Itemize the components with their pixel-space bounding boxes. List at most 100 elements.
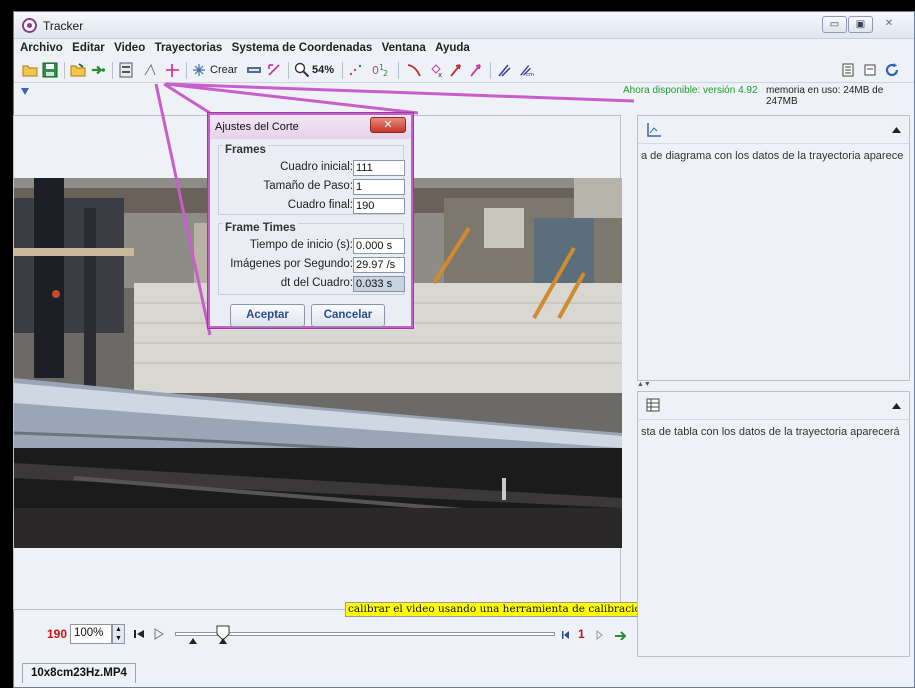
step-size[interactable]: 1 (578, 627, 585, 641)
plot-panel: a de diagrama con los datos de la trayec… (637, 115, 910, 381)
notes-icon[interactable] (840, 62, 856, 78)
table-icon[interactable] (646, 398, 660, 412)
memory-usage-text: memoria en uso: 24MB de 247MB (766, 85, 884, 107)
axes-icon[interactable] (164, 62, 180, 78)
window-title: Tracker (43, 19, 84, 33)
trail-icon[interactable] (348, 62, 364, 78)
toolbar-separator (186, 62, 187, 79)
menu-coordenadas[interactable]: Systema de Coordenadas (226, 39, 373, 54)
update-available-text[interactable]: Ahora disponible: versión 4.92 (623, 85, 758, 96)
rate-spinner[interactable]: ▲ ▼ (112, 624, 125, 644)
center-of-mass-icon[interactable]: cm (518, 62, 534, 78)
clip-settings-icon[interactable] (118, 62, 134, 78)
create-menu-button[interactable]: Crear (210, 61, 238, 79)
frames-group: Frames Cuadro inicial: 111 Tamaño de Pas… (218, 144, 405, 215)
table-panel-message: sta de tabla con los datos de la trayect… (641, 426, 900, 438)
step-size-field[interactable]: 1 (353, 179, 405, 195)
dt-field: 0.033 s (353, 276, 405, 292)
close-window-button[interactable]: ✕ (874, 16, 904, 33)
menu-editar[interactable]: Editar (66, 39, 105, 54)
play-icon[interactable] (153, 628, 165, 640)
clip-tool-icon[interactable] (142, 62, 158, 78)
menu-bar: Archivo Editar Video Trayectorias System… (14, 39, 914, 57)
zoom-level[interactable]: 54% (312, 61, 334, 79)
dt-label: dt del Cuadro: (280, 277, 353, 289)
player-controls: 190 100% ▲ ▼ 1 (13, 624, 627, 648)
refresh-icon[interactable] (884, 62, 900, 78)
menu-ayuda[interactable]: Ayuda (429, 39, 470, 54)
start-frame-field[interactable]: 111 (353, 160, 405, 176)
toolbar-separator (342, 62, 343, 79)
end-frame-row: Cuadro final: 190 (219, 198, 405, 214)
tape-measure-icon[interactable] (246, 62, 262, 78)
table-panel: sta de tabla con los datos de la trayect… (637, 391, 910, 657)
toolbar: Crear 54% 012 x cm (14, 57, 914, 83)
go-to-start-icon[interactable] (133, 628, 145, 640)
toolbar-separator (112, 62, 113, 79)
step-forward-icon[interactable] (595, 629, 605, 641)
start-time-row: Tiempo de inicio (s): 0.000 s (219, 238, 405, 254)
frame-slider-thumb[interactable] (187, 624, 237, 646)
path-icon[interactable] (406, 62, 422, 78)
video-file-tab[interactable]: 10x8cm23Hz.MP4 (22, 663, 136, 683)
maximize-button[interactable]: ▣ (848, 16, 873, 33)
fps-row: Imágenes por Segundo: 29.97 /s (219, 257, 405, 273)
start-frame-label: Cuadro inicial: (280, 161, 353, 173)
open-folder-icon[interactable] (22, 62, 38, 78)
svg-text:2: 2 (383, 69, 388, 78)
zoom-icon[interactable] (294, 62, 310, 78)
toolbar-separator (490, 62, 491, 79)
loop-icon[interactable] (613, 628, 627, 640)
triangle-down-icon[interactable] (20, 86, 30, 96)
menu-archivo[interactable]: Archivo (14, 39, 63, 54)
end-frame-label: Cuadro final: (287, 199, 353, 211)
minimize-button[interactable]: ▭ (822, 16, 847, 33)
fps-label: Imágenes por Segundo: (230, 258, 353, 270)
split-handle-upper[interactable]: ▲▼ (637, 381, 910, 391)
title-bar: Tracker ▭ ▣ ✕ (14, 12, 914, 39)
rate-field[interactable]: 100% (70, 624, 112, 644)
plot-icon[interactable] (646, 122, 662, 138)
frame-times-group-title: Frame Times (223, 222, 298, 234)
toolbar-separator (398, 62, 399, 79)
import-video-icon[interactable] (90, 62, 106, 78)
create-track-icon[interactable] (191, 62, 207, 78)
plot-panel-message: a de diagrama con los datos de la trayec… (641, 150, 904, 162)
menu-ventana[interactable]: Ventana (376, 39, 426, 54)
menu-video[interactable]: Video (108, 39, 145, 54)
frame-number[interactable]: 190 (47, 627, 67, 641)
end-frame-field[interactable]: 190 (353, 198, 405, 214)
vector-sum-icon[interactable] (496, 62, 512, 78)
velocity-icon[interactable] (448, 62, 464, 78)
properties-icon[interactable] (862, 62, 878, 78)
accept-button[interactable]: Aceptar (230, 304, 305, 327)
open-project-icon[interactable] (70, 62, 86, 78)
position-icon[interactable]: x (428, 62, 444, 78)
step-size-label: Tamaño de Paso: (263, 180, 353, 192)
dt-row: dt del Cuadro: 0.033 s (219, 276, 405, 292)
fps-field[interactable]: 29.97 /s (353, 257, 405, 273)
svg-text:x: x (438, 71, 442, 78)
start-time-label: Tiempo de inicio (s): (249, 239, 353, 251)
info-row: Ahora disponible: versión 4.92 memoria e… (14, 83, 914, 107)
menu-trayectorias[interactable]: Trayectorias (149, 39, 223, 54)
frame-times-group: Frame Times Tiempo de inicio (s): 0.000 … (218, 222, 405, 295)
step-back-icon[interactable] (561, 629, 571, 641)
tracker-app-icon (22, 18, 37, 33)
svg-text:0: 0 (372, 64, 379, 77)
step-size-row: Tamaño de Paso: 1 (219, 179, 405, 195)
acceleration-icon[interactable] (468, 62, 484, 78)
dialog-title: Ajustes del Corte (215, 121, 299, 133)
table-panel-header (638, 392, 909, 420)
save-icon[interactable] (42, 62, 58, 78)
cancel-button[interactable]: Cancelar (311, 304, 385, 327)
table-panel-collapse-icon[interactable] (892, 403, 901, 409)
label-icon[interactable]: 0 12 (370, 62, 392, 78)
frames-group-title: Frames (223, 144, 268, 156)
dialog-title-bar[interactable]: Ajustes del Corte ✕ (210, 115, 411, 139)
calibration-icon[interactable] (266, 62, 282, 78)
dialog-close-button[interactable]: ✕ (370, 117, 406, 133)
plot-panel-collapse-icon[interactable] (892, 127, 901, 133)
svg-text:cm: cm (526, 72, 534, 78)
start-time-field[interactable]: 0.000 s (353, 238, 405, 254)
